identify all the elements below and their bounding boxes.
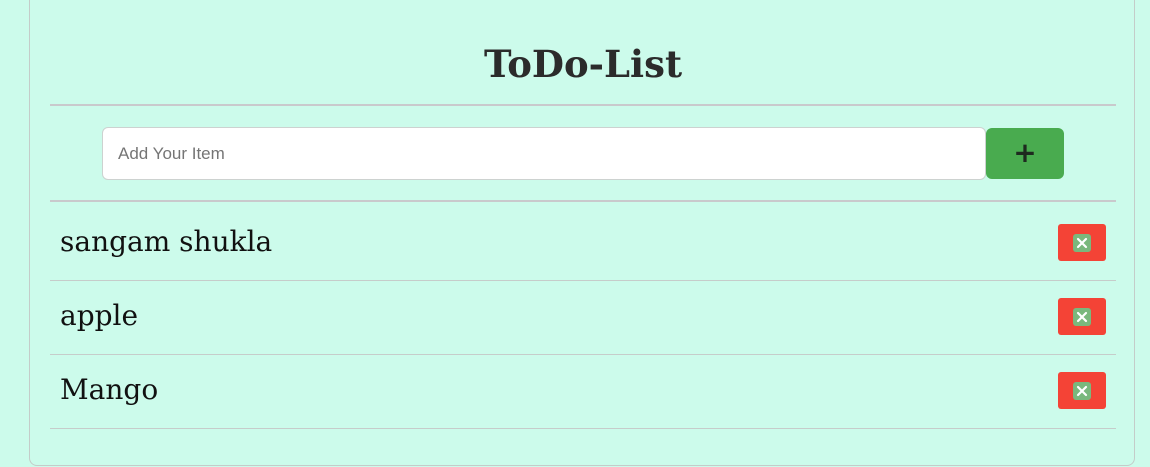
todo-card: ToDo-List + sangam shukla apple Mango [29, 0, 1135, 466]
list-item: Mango [50, 355, 1116, 429]
divider [50, 200, 1116, 202]
item-text: apple [60, 299, 139, 332]
list-item: apple [50, 281, 1116, 355]
item-text: sangam shukla [60, 225, 273, 258]
delete-item-button[interactable] [1058, 298, 1106, 335]
add-item-input[interactable] [102, 127, 986, 180]
delete-item-button[interactable] [1058, 224, 1106, 261]
list-item: sangam shukla [50, 207, 1116, 281]
close-box-icon [1073, 381, 1091, 400]
page-title: ToDo-List [483, 42, 683, 86]
close-box-icon [1073, 233, 1091, 252]
divider [50, 104, 1116, 106]
todo-list: sangam shukla apple Mango [50, 207, 1116, 429]
item-text: Mango [60, 373, 159, 406]
close-box-icon [1073, 307, 1091, 326]
add-item-button[interactable]: + [986, 128, 1064, 179]
delete-item-button[interactable] [1058, 372, 1106, 409]
